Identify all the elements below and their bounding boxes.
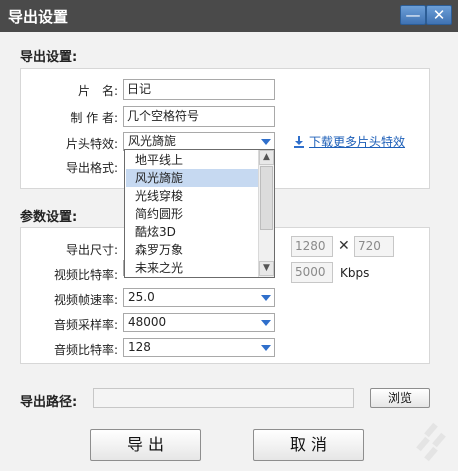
name-label: 片 名: <box>77 84 118 98</box>
dropdown-option[interactable]: 简约圆形 <box>126 205 259 223</box>
audio-bitrate-value: 128 <box>128 340 151 354</box>
audio-bitrate-select[interactable]: 128 <box>123 338 275 357</box>
format-label: 导出格式: <box>65 161 118 175</box>
author-label: 制 作 者: <box>70 111 118 125</box>
path-input[interactable] <box>93 388 354 408</box>
chevron-down-icon <box>261 320 271 326</box>
audio-bitrate-label: 音频比特率: <box>53 343 118 357</box>
title-bar <box>0 0 458 32</box>
dropdown-option[interactable]: 酷炫3D <box>126 223 259 241</box>
dropdown-option[interactable]: 光线穿梭 <box>126 187 259 205</box>
times-icon: ✕ <box>338 238 350 254</box>
intro-effect-dropdown-list[interactable]: 地平线上 风光旖旎 光线穿梭 简约圆形 酷炫3D 森罗万象 未来之光 <box>124 149 275 278</box>
dropdown-option[interactable]: 森罗万象 <box>126 241 259 259</box>
framerate-label: 视频帧速率: <box>53 293 118 307</box>
width-input[interactable]: 1280 <box>291 236 333 257</box>
video-bitrate-label: 视频比特率: <box>53 268 118 282</box>
framerate-select[interactable]: 25.0 <box>123 288 275 307</box>
intro-effect-value: 风光旖旎 <box>128 134 177 148</box>
cancel-button[interactable]: 取 消 <box>253 429 364 461</box>
size-label: 导出尺寸: <box>65 243 118 257</box>
watermark-icon <box>416 422 446 462</box>
samplerate-select[interactable]: 48000 <box>123 313 275 332</box>
dropdown-scrollbar[interactable]: ▲ ▼ <box>258 150 274 277</box>
params-title: 参数设置: <box>20 210 78 225</box>
author-input[interactable]: 几个空格符号 <box>123 106 275 127</box>
minimize-button[interactable]: — <box>400 5 426 25</box>
path-label: 导出路径: <box>20 395 78 410</box>
name-input[interactable]: 日记 <box>123 79 275 100</box>
dropdown-option[interactable]: 未来之光 <box>126 259 259 277</box>
scroll-up-icon[interactable]: ▲ <box>259 150 274 165</box>
framerate-value: 25.0 <box>128 290 155 304</box>
window-title: 导出设置 <box>8 8 69 26</box>
scroll-down-icon[interactable]: ▼ <box>259 261 274 276</box>
browse-button[interactable]: 浏览 <box>370 388 430 408</box>
export-button[interactable]: 导 出 <box>90 429 201 461</box>
export-settings-title: 导出设置: <box>20 50 78 65</box>
samplerate-label: 音频采样率: <box>53 318 118 332</box>
chevron-down-icon <box>261 345 271 351</box>
download-more-effects-link[interactable]: 下载更多片头特效 <box>309 133 405 150</box>
close-button[interactable]: ✕ <box>426 5 452 25</box>
scroll-thumb[interactable] <box>260 166 273 230</box>
intro-effect-label: 片头特效: <box>65 137 118 151</box>
height-input[interactable]: 720 <box>354 236 394 257</box>
dropdown-option[interactable]: 风光旖旎 <box>126 169 259 187</box>
download-icon[interactable] <box>293 136 305 148</box>
samplerate-value: 48000 <box>128 315 167 329</box>
dropdown-option[interactable]: 地平线上 <box>126 151 259 169</box>
video-bitrate-input[interactable]: 5000 <box>291 262 333 283</box>
chevron-down-icon <box>261 139 271 145</box>
bitrate-unit: Kbps <box>340 266 370 280</box>
chevron-down-icon <box>261 295 271 301</box>
